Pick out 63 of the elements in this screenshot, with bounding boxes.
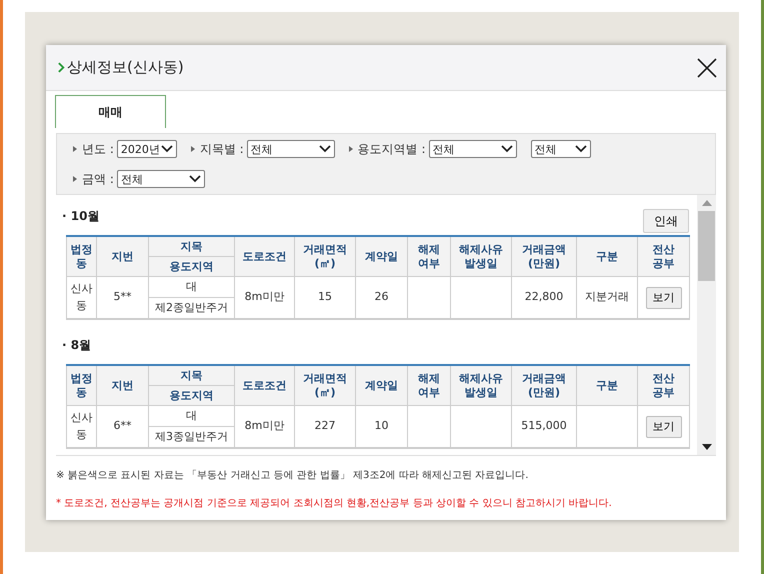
filter-label: 용도지역별 : [358,140,426,158]
column-header: 거래금액 (만원) [512,236,576,276]
dropdown[interactable]: 전체 [530,140,591,158]
scrollbar[interactable] [697,195,716,455]
filter-label: 금액 : [82,170,114,188]
view-button[interactable]: 보기 [646,286,682,308]
dropdown[interactable]: 전체 [246,140,335,158]
column-header: 법정동 [66,236,96,276]
note-text: * 도로조건, 전산공부는 공개시점 기준으로 제공되어 조회시점의 현황,전산공부 등과 상이할 수 있으니 참고하시기 바랍니다. [56,497,613,510]
print-button[interactable]: 인쇄 [643,209,689,233]
column-header: 전산 공부 [638,236,690,276]
table-cell: 대 [148,276,234,298]
chevron-icon [58,62,65,73]
scroll-up-icon[interactable] [702,200,712,206]
column-header: 지목 [148,236,234,256]
column-header: 해제사유 발생일 [450,365,512,406]
view-button[interactable]: 보기 [646,416,682,438]
column-header: 지목 [148,365,234,386]
column-header: 계약일 [356,236,408,276]
filter-label: 년도 : [82,140,114,158]
table-cell: 8m미만 [234,276,294,319]
chevron-down-icon [160,145,173,153]
dropdown[interactable]: 2020년 [116,140,177,158]
chevron-down-icon [500,145,513,153]
column-header: 거래금액 (만원) [512,365,576,406]
dropdown[interactable]: 전체 [116,170,205,188]
dropdown[interactable]: 전체 [428,140,517,158]
column-header: 구분 [576,365,638,406]
triangle-icon [73,146,77,152]
column-header: 전산 공부 [638,365,690,406]
column-header: 도로조건 [234,236,294,276]
column-header: 용도지역 [148,386,234,406]
filter-label: 지목별 : [200,140,244,158]
column-header: 계약일 [356,365,408,406]
tab[interactable]: 매매 [55,95,166,128]
triangle-icon [348,146,353,152]
column-header: 지번 [96,236,148,276]
dialog-title: 상세정보(신사동) [67,58,185,77]
column-header: 구분 [576,236,638,276]
table-cell: 대 [148,406,234,426]
scrollbar-thumb[interactable] [698,211,715,281]
column-header: 거래면적 (㎡) [294,236,356,276]
table-cell: 신사 동 [66,276,96,319]
column-header: 용도지역 [148,256,234,276]
column-header: 해제 여부 [408,365,450,406]
column-header: 해제사유 발생일 [450,236,512,276]
chevron-down-icon [318,145,331,153]
month-heading: · 10월 [62,208,100,225]
scroll-down-icon[interactable] [702,444,712,450]
column-header: 지번 [96,365,148,406]
column-header: 법정동 [66,365,96,406]
triangle-icon [190,146,195,152]
close-button[interactable] [696,56,718,78]
month-heading: · 8월 [62,337,92,354]
column-header: 해제 여부 [408,236,450,276]
table-cell: 8m미만 [234,406,294,448]
column-header: 도로조건 [234,365,294,406]
chevron-down-icon [574,145,587,153]
triangle-icon [73,176,77,182]
note-text: ※ 붉은색으로 표시된 자료는 「부동산 거래신고 등에 관한 법률」 제3조2에 따라 해제신고된 자료입니다. [56,468,530,482]
column-header: 거래면적 (㎡) [294,365,356,406]
chevron-down-icon [188,175,201,183]
table-cell: 신사 동 [66,406,96,448]
